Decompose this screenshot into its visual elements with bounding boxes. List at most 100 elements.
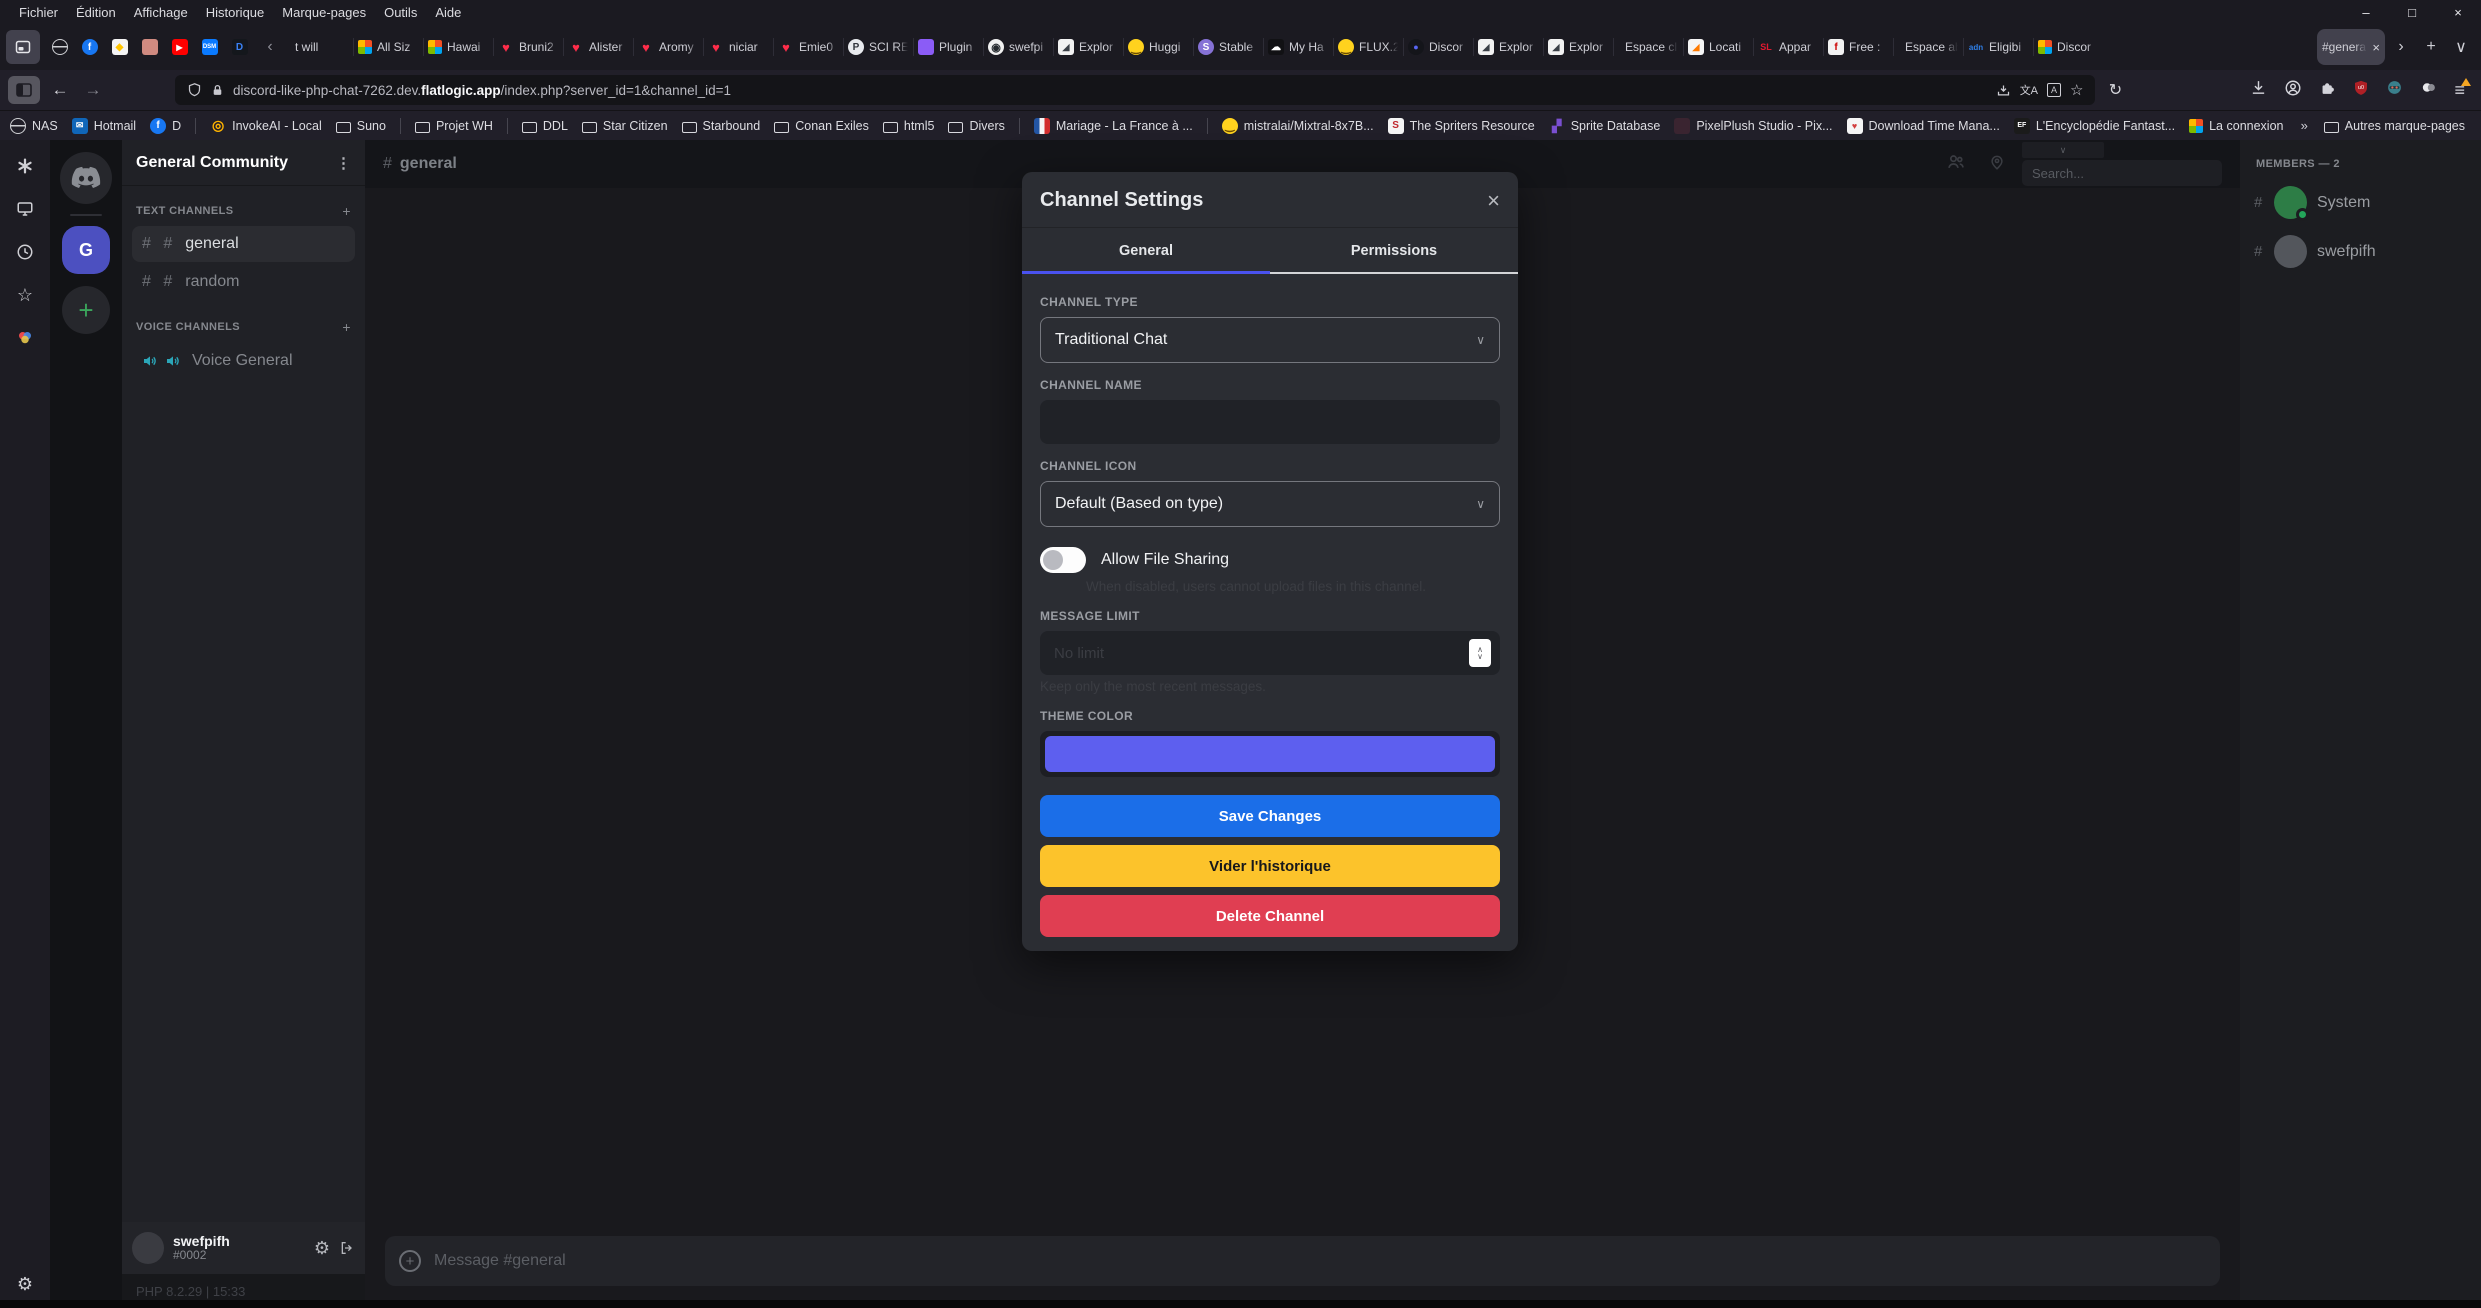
browser-tab[interactable]: PSCI RE (843, 29, 913, 65)
extension-circles-icon[interactable] (2420, 79, 2437, 101)
add-voice-channel-button[interactable]: + (342, 319, 351, 335)
bookmark-item[interactable]: fD (150, 118, 181, 134)
bookmark-item[interactable]: PixelPlush Studio - Pix... (1674, 118, 1832, 134)
browser-tab[interactable]: SLAppar (1753, 29, 1823, 65)
profile-dots-icon[interactable] (15, 328, 35, 348)
bookmarks-overflow-chevron[interactable]: » (2285, 118, 2324, 133)
bookmark-item[interactable]: NAS (10, 118, 58, 134)
add-text-channel-button[interactable]: + (342, 203, 351, 219)
bookmark-item[interactable]: ◎InvokeAI - Local (210, 118, 322, 134)
browser-tab[interactable]: t will (283, 29, 353, 65)
modal-close-icon[interactable]: × (1487, 190, 1500, 212)
file-sharing-toggle[interactable] (1040, 547, 1086, 573)
bookmark-item[interactable]: html5 (883, 119, 935, 133)
attach-plus-icon[interactable]: + (399, 1250, 421, 1272)
member-row[interactable]: #swefpifh (2240, 227, 2481, 276)
menubar-item[interactable]: Édition (67, 3, 125, 22)
browser-tab[interactable]: Hawai (423, 29, 493, 65)
bookmark-item[interactable]: Divers (948, 119, 1004, 133)
discord-home-button[interactable] (60, 152, 112, 204)
maximize-button[interactable]: □ (2389, 0, 2435, 24)
channel-name-input[interactable] (1040, 400, 1500, 444)
add-server-button[interactable]: + (62, 286, 110, 334)
bookmark-item[interactable]: EFL'Encyclopédie Fantast... (2014, 118, 2175, 134)
forward-button[interactable]: → (80, 80, 106, 100)
number-spinner[interactable]: ∧∨ (1469, 639, 1491, 667)
server-menu-dots-icon[interactable]: ⋮ (336, 154, 351, 172)
pinned-tab[interactable] (46, 30, 73, 64)
extensions-puzzle-icon[interactable] (2319, 79, 2336, 101)
bookmark-item[interactable]: ♥Download Time Mana... (1847, 118, 2000, 134)
browser-tab[interactable]: Espace ab (1893, 29, 1963, 65)
bookmark-item[interactable]: SThe Spriters Resource (1388, 118, 1535, 134)
list-tabs-button[interactable]: ∨ (2447, 37, 2475, 57)
menubar-item[interactable]: Fichier (10, 3, 67, 22)
bookmark-item[interactable]: Suno (336, 119, 386, 133)
settings-gear-icon[interactable]: ⚙ (15, 1274, 35, 1294)
browser-tab[interactable]: ◢Explor (1543, 29, 1613, 65)
scroll-tabs-right-button[interactable]: › (2387, 38, 2415, 56)
menubar-item[interactable]: Affichage (125, 3, 197, 22)
minimize-button[interactable]: – (2343, 0, 2389, 24)
bookmark-item[interactable]: Star Citizen (582, 119, 668, 133)
pinned-tab[interactable] (136, 30, 163, 64)
pinned-tab[interactable]: f (76, 30, 103, 64)
bookmark-item[interactable]: Conan Exiles (774, 119, 869, 133)
browser-tab[interactable]: ◢Explor (1473, 29, 1543, 65)
ublock-icon[interactable]: u0 (2353, 79, 2369, 101)
user-settings-gear-icon[interactable]: ⚙ (314, 1238, 330, 1259)
message-input[interactable] (434, 1252, 2206, 1270)
bookmark-item[interactable]: ▞Sprite Database (1549, 118, 1661, 134)
bookmark-item[interactable]: DDL (522, 119, 568, 133)
browser-tab[interactable]: ♥Alister (563, 29, 633, 65)
browser-tab[interactable]: ‿FLUX.2 (1333, 29, 1403, 65)
bookmark-item[interactable]: Starbound (682, 119, 761, 133)
pinned-tab[interactable]: D (226, 30, 253, 64)
voice-channel-item[interactable]: Voice General (132, 344, 355, 378)
firefox-view-button[interactable] (6, 30, 40, 64)
translate-page-icon[interactable]: A (2047, 83, 2061, 97)
extension-avatar-icon[interactable] (2386, 79, 2403, 101)
browser-tab[interactable]: ♥Aromy (633, 29, 703, 65)
tab-close-icon[interactable]: × (2372, 40, 2380, 55)
browser-tab[interactable]: ♥niciar (703, 29, 773, 65)
new-tab-button[interactable]: + (2417, 38, 2445, 56)
screen-share-icon[interactable] (15, 199, 35, 219)
ai-chat-icon[interactable] (15, 156, 35, 176)
browser-tab[interactable]: ♥Emie0 (773, 29, 843, 65)
translate-icon[interactable]: 文A (2020, 82, 2038, 98)
channel-item-random[interactable]: # #random (132, 264, 355, 300)
members-toggle-icon[interactable] (1946, 152, 1966, 177)
url-bar[interactable]: discord-like-php-chat-7262.dev.flatlogic… (175, 75, 2095, 105)
pinned-tab[interactable]: ▶ (166, 30, 193, 64)
member-row[interactable]: #System (2240, 178, 2481, 227)
browser-tab[interactable]: ◢Explor (1053, 29, 1123, 65)
menubar-item[interactable]: Aide (426, 3, 470, 22)
browser-tab[interactable]: adnEligibi (1963, 29, 2033, 65)
browser-tab[interactable]: fFree : (1823, 29, 1893, 65)
pin-icon[interactable] (1988, 153, 2006, 176)
channel-type-select[interactable]: Traditional Chat ∨ (1040, 317, 1500, 363)
message-limit-input[interactable] (1040, 631, 1500, 675)
back-button[interactable]: ← (47, 80, 73, 100)
menu-hamburger-icon[interactable]: ≡ (2454, 80, 2465, 101)
browser-tab[interactable]: SStable (1193, 29, 1263, 65)
header-collapsed-select[interactable]: ∨ (2022, 142, 2104, 158)
theme-color-field[interactable] (1040, 731, 1500, 777)
downloads-icon[interactable] (2250, 79, 2267, 101)
bookmark-item[interactable]: La connexion Wifi et E... (2189, 119, 2284, 133)
browser-tab[interactable]: Discor (2033, 29, 2103, 65)
browser-tab[interactable]: ◢Locati (1683, 29, 1753, 65)
browser-tab[interactable]: ‿Huggi (1123, 29, 1193, 65)
browser-tab[interactable]: ◉swefpi (983, 29, 1053, 65)
tab-permissions[interactable]: Permissions (1270, 228, 1518, 274)
delete-channel-button[interactable]: Delete Channel (1040, 895, 1500, 937)
pinned-tab[interactable]: ◆ (106, 30, 133, 64)
menubar-item[interactable]: Historique (197, 3, 274, 22)
browser-tab[interactable]: ☁My Ha (1263, 29, 1333, 65)
search-input[interactable] (2022, 160, 2222, 186)
close-button[interactable]: × (2435, 0, 2481, 24)
browser-tab[interactable]: Plugin (913, 29, 983, 65)
scroll-tabs-left-button[interactable]: ‹ (259, 38, 281, 56)
browser-tab[interactable]: ♥Bruni2 (493, 29, 563, 65)
